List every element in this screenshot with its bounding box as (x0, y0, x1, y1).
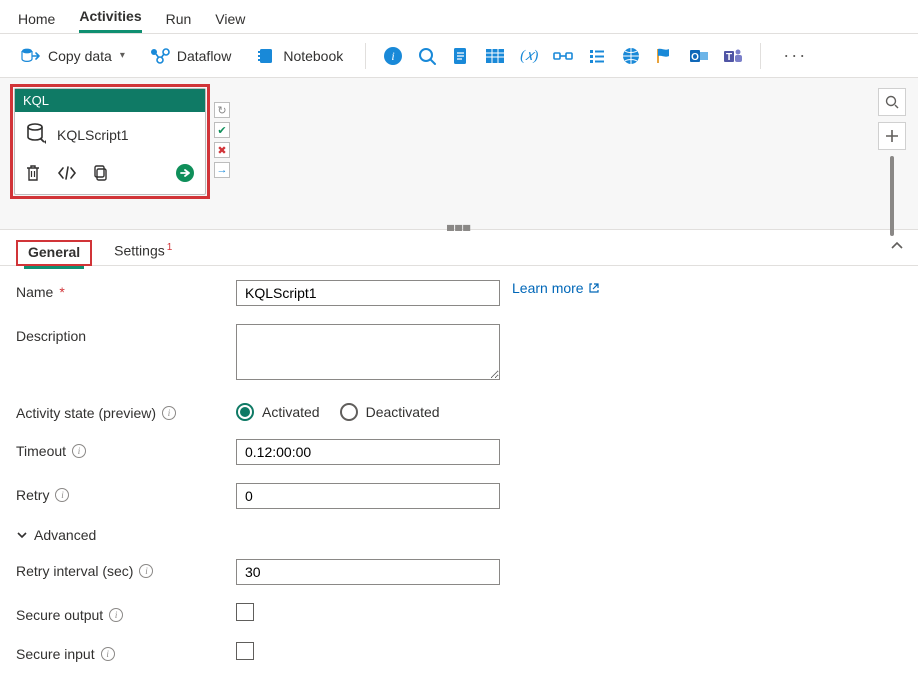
canvas-zoom-slider[interactable] (890, 156, 894, 236)
notebook-label: Notebook (283, 48, 343, 64)
copy-data-label: Copy data (48, 48, 112, 64)
dataflow-button[interactable]: Dataflow (143, 41, 237, 71)
info-icon[interactable]: i (101, 647, 115, 661)
svg-text:i: i (392, 49, 395, 63)
code-icon[interactable] (57, 166, 77, 183)
list-icon[interactable] (586, 45, 608, 67)
secure-input-checkbox[interactable] (236, 642, 254, 660)
dataflow-icon (149, 45, 171, 67)
outlook-icon[interactable]: O (688, 45, 710, 67)
properties-tabs: General Settings1 (0, 230, 918, 266)
info-icon[interactable]: i (162, 406, 176, 420)
activated-radio[interactable]: Activated (236, 403, 320, 421)
radio-dot-icon (340, 403, 358, 421)
learn-more-label: Learn more (512, 280, 584, 296)
table-icon[interactable] (484, 45, 506, 67)
flag-icon[interactable] (654, 45, 676, 67)
notebook-button[interactable]: Notebook (249, 41, 349, 71)
timeout-label: Timeout (16, 443, 66, 459)
advanced-toggle[interactable]: Advanced (16, 527, 96, 543)
activity-card-header: KQL (15, 89, 205, 112)
canvas-add-button[interactable] (878, 122, 906, 150)
required-asterisk: * (59, 284, 64, 300)
activity-card-title: KQLScript1 (57, 127, 129, 143)
external-link-icon (588, 282, 600, 294)
description-textarea[interactable] (236, 324, 500, 380)
description-label: Description (16, 328, 86, 344)
general-form: Name * Learn more Description Activity s… (0, 266, 918, 680)
info-icon[interactable]: i (139, 564, 153, 578)
learn-more-link[interactable]: Learn more (512, 280, 600, 296)
retry-label: Retry (16, 487, 49, 503)
toolbar-separator (365, 43, 366, 69)
kql-icon (25, 122, 47, 147)
toolbar-separator (760, 43, 761, 69)
properties-panel: General Settings1 Name * Learn more Desc… (0, 230, 918, 680)
run-arrow-icon[interactable] (175, 163, 195, 186)
activity-state-label: Activity state (preview) (16, 405, 156, 421)
kql-activity-card[interactable]: KQL KQLScript1 (14, 88, 206, 195)
search-icon[interactable] (416, 45, 438, 67)
handle-fail-icon[interactable]: ✖ (214, 142, 230, 158)
activities-toolbar: Copy data ▾ Dataflow Notebook i (𝑥) (0, 34, 918, 78)
delete-icon[interactable] (25, 164, 41, 185)
nav-tab-run[interactable]: Run (166, 11, 192, 33)
handle-skip-icon[interactable]: → (214, 162, 230, 178)
nav-tab-activities[interactable]: Activities (79, 8, 141, 33)
secure-output-label: Secure output (16, 607, 103, 623)
handle-refresh-icon[interactable]: ↻ (214, 102, 230, 118)
retry-input[interactable] (236, 483, 500, 509)
tab-general[interactable]: General (24, 240, 84, 269)
info-icon[interactable]: i (72, 444, 86, 458)
globe-icon[interactable] (620, 45, 642, 67)
teams-icon[interactable]: T (722, 45, 744, 67)
svg-text:O: O (691, 52, 699, 63)
chevron-down-icon: ▾ (120, 50, 125, 61)
retry-interval-input[interactable] (236, 559, 500, 585)
radio-dot-icon (236, 403, 254, 421)
dataflow-label: Dataflow (177, 48, 231, 64)
more-actions-button[interactable]: ··· (777, 41, 813, 70)
canvas-search-button[interactable] (878, 88, 906, 116)
copy-data-icon (20, 45, 42, 67)
advanced-label: Advanced (34, 527, 96, 543)
info-icon[interactable]: i (109, 608, 123, 622)
tab-settings-badge: 1 (167, 242, 173, 253)
pipeline-icon[interactable] (552, 45, 574, 67)
script-icon[interactable] (450, 45, 472, 67)
name-input[interactable] (236, 280, 500, 306)
main-nav-tabs: Home Activities Run View (0, 0, 918, 34)
retry-interval-label: Retry interval (sec) (16, 563, 133, 579)
activity-side-handles: ↻ ✔ ✖ → (214, 102, 230, 178)
name-label: Name (16, 284, 53, 300)
variable-icon[interactable]: (𝑥) (518, 45, 540, 67)
pipeline-canvas[interactable]: KQL KQLScript1 (0, 78, 918, 230)
collapse-chevron-icon[interactable] (890, 238, 904, 254)
timeout-input[interactable] (236, 439, 500, 465)
svg-text:T: T (726, 52, 732, 63)
activated-label: Activated (262, 404, 320, 420)
nav-tab-home[interactable]: Home (18, 11, 55, 33)
info-icon[interactable]: i (55, 488, 69, 502)
secure-input-label: Secure input (16, 646, 95, 662)
chevron-down-icon (16, 530, 28, 540)
copy-icon[interactable] (93, 164, 109, 185)
info-circle-icon[interactable]: i (382, 45, 404, 67)
notebook-icon (255, 45, 277, 67)
nav-tab-view[interactable]: View (215, 11, 245, 33)
deactivated-radio[interactable]: Deactivated (340, 403, 440, 421)
activity-card-highlight: KQL KQLScript1 (10, 84, 210, 199)
canvas-tools (878, 88, 906, 236)
deactivated-label: Deactivated (366, 404, 440, 420)
tab-settings[interactable]: Settings1 (110, 238, 176, 265)
tab-settings-label: Settings (114, 243, 165, 259)
handle-success-icon[interactable]: ✔ (214, 122, 230, 138)
general-tab-highlight: General (16, 240, 92, 266)
secure-output-checkbox[interactable] (236, 603, 254, 621)
copy-data-button[interactable]: Copy data ▾ (14, 41, 131, 71)
